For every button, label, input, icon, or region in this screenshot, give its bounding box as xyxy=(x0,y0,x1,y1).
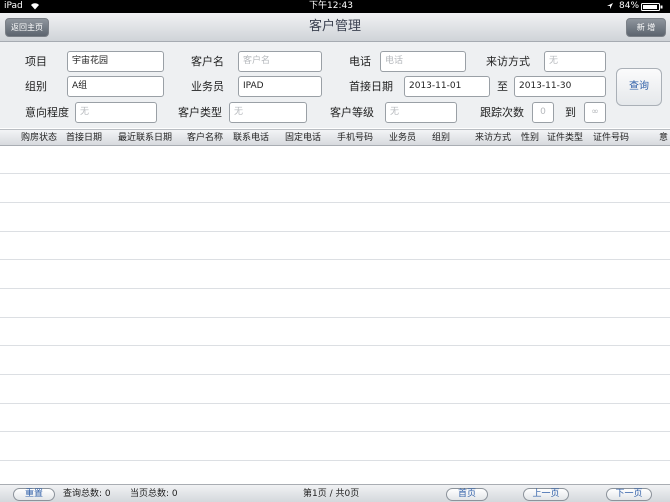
row-divider xyxy=(0,259,670,260)
column-header[interactable]: 意 xyxy=(659,130,668,146)
wifi-icon xyxy=(30,2,40,10)
date-to-label: 至 xyxy=(497,80,508,93)
column-header[interactable]: 手机号码 xyxy=(337,130,373,146)
customer-level-label: 客户等级 xyxy=(330,106,374,119)
table-header: 购房状态 首接日期 最近联系日期 客户名称 联系电话 固定电话 手机号码 业务员… xyxy=(0,129,670,146)
customer-name-label: 客户名 xyxy=(191,55,224,68)
project-field[interactable]: 宇宙花园 xyxy=(67,51,164,72)
column-header[interactable]: 最近联系日期 xyxy=(118,130,172,146)
visit-method-select[interactable]: 无 xyxy=(544,51,606,72)
reset-button[interactable]: 重置 xyxy=(13,488,55,501)
follow-count-max-field[interactable]: ∞ xyxy=(584,102,606,123)
battery-percent: 84% xyxy=(619,1,640,11)
column-header[interactable]: 固定电话 xyxy=(285,130,321,146)
column-header[interactable]: 性别 xyxy=(521,130,539,146)
column-header[interactable]: 来访方式 xyxy=(475,130,511,146)
follow-count-label: 跟踪次数 xyxy=(480,106,524,119)
query-total: 查询总数: 0 xyxy=(63,489,111,499)
device-label: iPad xyxy=(4,1,23,11)
first-date-end-field[interactable]: 2013-11-30 xyxy=(514,76,606,97)
back-home-button[interactable]: 返回主页 xyxy=(5,18,49,37)
column-header[interactable]: 首接日期 xyxy=(66,130,102,146)
column-header[interactable]: 证件类型 xyxy=(547,130,583,146)
status-bar: iPad 下午12:43 84% xyxy=(0,0,670,13)
page-info: 第1页 / 共0页 xyxy=(303,489,360,499)
column-header[interactable]: 联系电话 xyxy=(233,130,269,146)
column-header[interactable]: 组别 xyxy=(432,130,450,146)
clock: 下午12:43 xyxy=(309,1,353,11)
follow-count-min-field[interactable]: 0 xyxy=(532,102,554,123)
first-page-button[interactable]: 首页 xyxy=(446,488,488,501)
column-header[interactable]: 购房状态 xyxy=(21,130,57,146)
pagination-bar: 重置 查询总数: 0 当页总数: 0 第1页 / 共0页 首页 上一页 下一页 xyxy=(0,484,670,502)
page-title: 客户管理 xyxy=(308,19,361,34)
row-divider xyxy=(0,317,670,318)
row-divider xyxy=(0,202,670,203)
table-body[interactable] xyxy=(0,147,670,484)
phone-label: 电话 xyxy=(349,55,371,68)
group-label: 组别 xyxy=(25,80,47,93)
phone-field[interactable]: 电话 xyxy=(380,51,466,72)
customer-name-field[interactable]: 客户名 xyxy=(238,51,322,72)
column-header[interactable]: 客户名称 xyxy=(187,130,223,146)
first-date-label: 首接日期 xyxy=(349,80,393,93)
row-divider xyxy=(0,431,670,432)
intent-select[interactable]: 无 xyxy=(75,102,157,123)
location-icon xyxy=(606,2,614,10)
navigation-bar: 返回主页 客户管理 新 增 xyxy=(0,13,670,42)
customer-level-select[interactable]: 无 xyxy=(385,102,457,123)
column-header[interactable]: 证件号码 xyxy=(593,130,629,146)
salesperson-label: 业务员 xyxy=(191,80,224,93)
first-date-start-field[interactable]: 2013-11-01 xyxy=(404,76,490,97)
visit-method-label: 来访方式 xyxy=(486,55,530,68)
row-divider xyxy=(0,374,670,375)
row-divider xyxy=(0,288,670,289)
group-select[interactable]: A组 xyxy=(67,76,164,97)
intent-label: 意向程度 xyxy=(25,106,69,119)
row-divider xyxy=(0,345,670,346)
row-divider xyxy=(0,231,670,232)
column-header[interactable]: 业务员 xyxy=(389,130,416,146)
follow-count-to-label: 到 xyxy=(565,106,576,119)
new-button[interactable]: 新 增 xyxy=(626,18,666,37)
salesperson-select[interactable]: IPAD xyxy=(238,76,322,97)
row-divider xyxy=(0,460,670,461)
page-total: 当页总数: 0 xyxy=(130,489,178,499)
query-button[interactable]: 查询 xyxy=(616,68,662,106)
battery-icon xyxy=(641,3,663,11)
row-divider xyxy=(0,403,670,404)
prev-page-button[interactable]: 上一页 xyxy=(523,488,569,501)
row-divider xyxy=(0,173,670,174)
customer-type-select[interactable]: 无 xyxy=(229,102,307,123)
next-page-button[interactable]: 下一页 xyxy=(606,488,652,501)
project-label: 项目 xyxy=(25,55,47,68)
customer-type-label: 客户类型 xyxy=(178,106,222,119)
